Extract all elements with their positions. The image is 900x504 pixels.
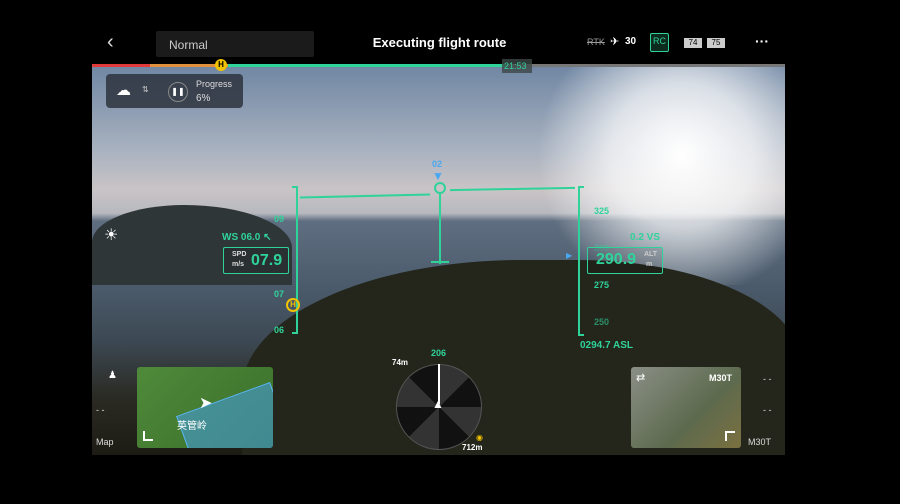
obstacle-distance: 74m	[392, 358, 409, 367]
route-remaining-segment	[228, 64, 508, 67]
speed-unit: m/s	[232, 261, 245, 268]
altitude-scale	[578, 186, 584, 336]
altitude-unit: m	[646, 261, 653, 268]
map-place-label: 英管岭	[177, 421, 207, 432]
wind-speed: WS 06.0 ↖	[222, 232, 272, 243]
altitude-pointer-icon: ▶	[566, 251, 573, 260]
satellite-count: 30	[625, 36, 637, 47]
speed-box: SPD m/s 07.9	[223, 247, 289, 274]
altitude-label: ALT	[644, 251, 658, 258]
alt-tick: 275	[594, 280, 610, 290]
rtk-status[interactable]: RTK	[587, 37, 605, 47]
battery-2: 75	[707, 38, 725, 48]
home-point-icon: ◉	[476, 433, 483, 442]
battery-1: 74	[684, 38, 702, 48]
home-distance: 712m	[462, 443, 483, 452]
gimbal-crosshair	[431, 261, 449, 263]
top-bar: ‹ Normal Executing flight route RTK ✈ 30…	[92, 25, 785, 60]
waypoint-icon: ▼	[432, 169, 444, 183]
route-future-segment	[508, 64, 785, 67]
mini-map[interactable]: ➤ 英管岭	[137, 367, 273, 448]
route-area	[176, 382, 273, 448]
altitude-box: 290.9 ALT m	[587, 247, 663, 274]
alt-tick: 250	[594, 317, 610, 327]
camera-thumbnail-label: M30T	[709, 373, 733, 383]
camera-thumbnail[interactable]: ⇄ M30T	[631, 367, 741, 448]
landing-light-icon[interactable]: ♟	[108, 370, 117, 381]
pause-button[interactable]: ❚❚	[168, 82, 188, 102]
sync-icon: ⇅	[142, 85, 149, 94]
asl-altitude: 0294.7 ASL	[580, 340, 633, 351]
more-button[interactable]: ···	[755, 33, 769, 49]
altitude-value: 290.9	[596, 251, 637, 268]
expand-icon[interactable]	[725, 431, 735, 441]
satellite-icon: ✈	[610, 36, 620, 48]
route-done-segment	[92, 64, 150, 67]
aircraft-map-icon: ➤	[199, 395, 213, 412]
cloud-upload-icon: ☁	[116, 82, 131, 99]
speed-value: 07.9	[251, 252, 283, 269]
light-icon[interactable]: ☀	[104, 225, 118, 245]
left-dash: - -	[96, 405, 105, 415]
right-dash: - -	[763, 405, 772, 415]
expand-icon[interactable]	[143, 431, 153, 441]
progress-label: Progress	[196, 79, 233, 89]
map-toggle[interactable]: Map	[96, 437, 114, 447]
progress-panel: ☁ ⇅ ❚❚ Progress 6%	[106, 74, 243, 108]
alt-tick: 325	[594, 206, 610, 216]
vertical-speed: 0.2 VS	[630, 232, 661, 243]
aircraft-reticle	[434, 182, 446, 194]
back-button[interactable]: ‹	[107, 31, 114, 54]
gimbal-line	[439, 194, 441, 264]
aircraft-icon: ▲	[432, 397, 444, 411]
progress-value: 6%	[196, 93, 211, 104]
flight-mode-selector[interactable]: Normal	[156, 31, 314, 57]
speed-tick: 09	[274, 214, 285, 224]
home-marker: H	[286, 298, 300, 312]
speed-tick: 06	[274, 325, 285, 335]
timeline-time: 21:53	[502, 59, 532, 73]
timeline-home-marker: H	[215, 59, 227, 71]
heading: 206	[431, 348, 447, 358]
speed-label: SPD	[232, 251, 247, 258]
waypoint-label: 02	[432, 159, 443, 169]
speed-tick: 07	[274, 289, 285, 299]
camera-selector[interactable]: M30T	[748, 437, 771, 447]
right-dash: - -	[763, 374, 772, 384]
page-title: Executing flight route	[372, 35, 507, 50]
swap-icon[interactable]: ⇄	[636, 371, 645, 384]
rc-signal[interactable]: RC	[650, 33, 669, 52]
